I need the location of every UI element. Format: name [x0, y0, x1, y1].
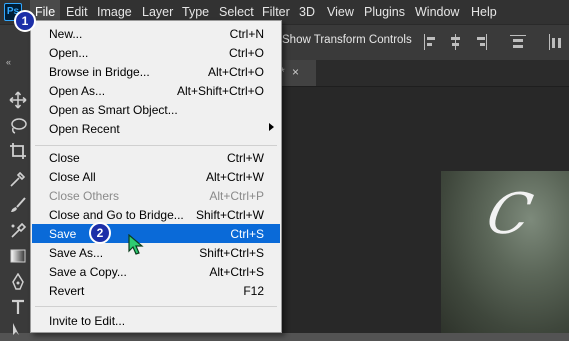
- menu-item-shortcut: Ctrl+N: [229, 27, 264, 41]
- collapse-panel-icon[interactable]: «: [6, 57, 11, 67]
- menu-item-shortcut: Ctrl+W: [227, 151, 264, 165]
- menu-item-browse-in-bridge[interactable]: Browse in Bridge... Alt+Ctrl+O: [32, 62, 280, 81]
- menu-item-new[interactable]: New... Ctrl+N: [32, 24, 280, 43]
- menu-item-shortcut: Alt+Ctrl+O: [207, 65, 264, 79]
- menu-item-revert[interactable]: Revert F12: [32, 281, 280, 300]
- eyedropper-tool-icon[interactable]: [8, 170, 28, 190]
- menu-item-label: Invite to Edit...: [49, 314, 126, 328]
- menu-item-open-recent[interactable]: Open Recent: [32, 119, 280, 138]
- menu-item-save[interactable]: Save Ctrl+S: [32, 224, 280, 243]
- menu-item-shortcut: Alt+Ctrl+W: [205, 170, 264, 184]
- clone-stamp-tool-icon[interactable]: [8, 222, 28, 242]
- menu-item-label: Close and Go to Bridge...: [49, 208, 184, 222]
- crop-tool-icon[interactable]: [8, 142, 28, 162]
- menu-item-label: Revert: [49, 284, 85, 298]
- menu-item-label: Close: [49, 151, 80, 165]
- show-transform-controls-label[interactable]: Show Transform Controls: [282, 34, 412, 46]
- menu-item-shortcut: Alt+Shift+Ctrl+O: [176, 84, 264, 98]
- menu-item-label: Save a Copy...: [49, 265, 127, 279]
- move-tool-icon[interactable]: [8, 91, 28, 111]
- menu-item-label: Open Recent: [49, 122, 120, 136]
- step-1-badge: 1: [14, 10, 36, 32]
- brush-tool-icon[interactable]: [8, 196, 28, 216]
- menu-item-shortcut: Shift+Ctrl+W: [195, 208, 264, 222]
- pen-tool-icon[interactable]: [8, 272, 28, 293]
- menu-item-open[interactable]: Open... Ctrl+O: [32, 43, 280, 62]
- type-tool-icon[interactable]: [8, 298, 28, 318]
- menu-item-invite-to-edit[interactable]: Invite to Edit...: [32, 311, 280, 330]
- menu-item-label: Save As...: [49, 246, 104, 260]
- align-right-icon[interactable]: [472, 34, 488, 50]
- menu-item-close-and-go-to-bridge[interactable]: Close and Go to Bridge... Shift+Ctrl+W: [32, 205, 280, 224]
- lasso-tool-icon[interactable]: [8, 117, 28, 137]
- gradient-tool-icon[interactable]: [8, 247, 28, 267]
- submenu-arrow-icon: [269, 123, 274, 131]
- menu-help[interactable]: Help: [471, 0, 497, 24]
- menu-separator: [35, 306, 277, 307]
- menu-item-save-a-copy[interactable]: Save a Copy... Alt+Ctrl+S: [32, 262, 280, 281]
- menu-item-shortcut: Ctrl+S: [230, 227, 264, 241]
- menu-3d[interactable]: 3D: [299, 0, 315, 24]
- menu-item-save-as[interactable]: Save As... Shift+Ctrl+S: [32, 243, 280, 262]
- align-left-icon[interactable]: [424, 34, 440, 50]
- menu-item-label: Open...: [49, 46, 89, 60]
- menu-item-label: New...: [49, 27, 83, 41]
- mouse-cursor-icon: [128, 234, 144, 255]
- menu-item-shortcut: Alt+Ctrl+S: [209, 265, 264, 279]
- align-top-icon[interactable]: [510, 34, 526, 50]
- menu-item-label: Save: [49, 227, 77, 241]
- menu-item-shortcut: Shift+Ctrl+S: [199, 246, 264, 260]
- menu-item-shortcut: F12: [243, 284, 264, 298]
- menu-item-open-as-smart-object[interactable]: Open as Smart Object...: [32, 100, 280, 119]
- menu-item-shortcut: Alt+Ctrl+P: [209, 189, 264, 203]
- path-selection-tool-icon[interactable]: [8, 321, 28, 341]
- menu-item-label: Open as Smart Object...: [49, 103, 178, 117]
- menu-item-label: Open As...: [49, 84, 106, 98]
- close-tab-icon[interactable]: ×: [292, 65, 299, 79]
- menu-item-label: Close All: [49, 170, 96, 184]
- align-bottom-icon[interactable]: [549, 34, 565, 50]
- menu-separator: [35, 145, 277, 146]
- menu-item-close-all[interactable]: Close All Alt+Ctrl+W: [32, 167, 280, 186]
- step-2-badge: 2: [89, 222, 111, 244]
- menu-plugins[interactable]: Plugins: [364, 0, 405, 24]
- menu-item-label: Browse in Bridge...: [49, 65, 150, 79]
- menu-window[interactable]: Window: [415, 0, 459, 24]
- menu-view[interactable]: View: [327, 0, 354, 24]
- menu-item-shortcut: Ctrl+O: [228, 46, 264, 60]
- file-menu-dropdown: New... Ctrl+N Open... Ctrl+O Browse in B…: [30, 20, 282, 333]
- menu-item-close[interactable]: Close Ctrl+W: [32, 148, 280, 167]
- menu-item-close-others: Close Others Alt+Ctrl+P: [32, 186, 280, 205]
- menu-item-label: Close Others: [49, 189, 120, 203]
- menu-item-open-as[interactable]: Open As... Alt+Shift+Ctrl+O: [32, 81, 280, 100]
- align-center-icon[interactable]: [448, 34, 464, 50]
